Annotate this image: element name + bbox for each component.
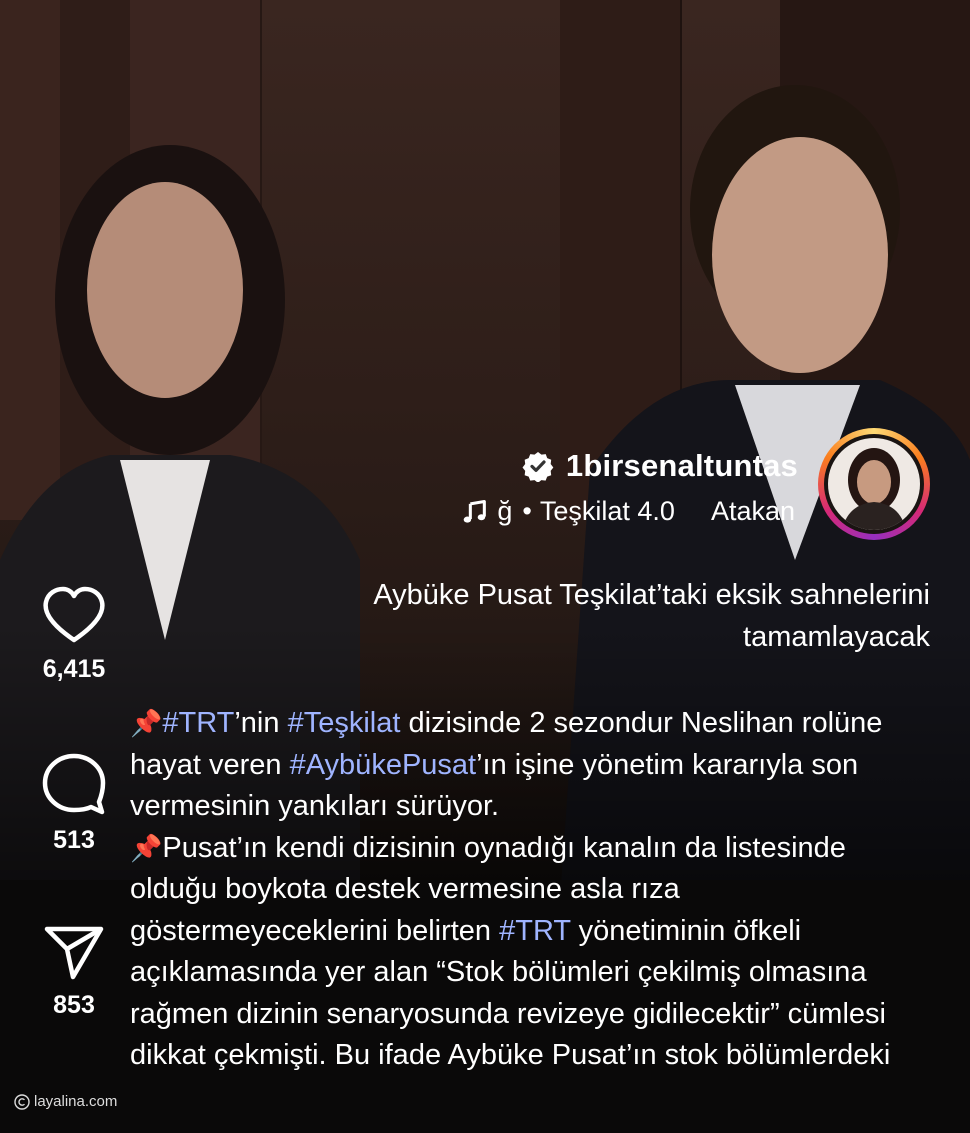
like-count: 6,415	[42, 655, 106, 683]
music-track: Teşkilat 4.0	[539, 496, 675, 526]
comment-action[interactable]: 513	[28, 752, 120, 855]
hashtag-link[interactable]: #TRT	[162, 707, 234, 739]
share-count: 853	[53, 991, 95, 1019]
comment-count: 513	[53, 826, 95, 854]
post-caption[interactable]: 📌#TRT’nin #Teşkilat dizisinde 2 sezondur…	[130, 703, 940, 1077]
verified-badge-icon	[522, 452, 554, 482]
avatar-story-ring[interactable]	[818, 428, 930, 540]
post-headline: Aybüke Pusat Teşkilat’taki eksik sahnele…	[373, 579, 930, 653]
share-action[interactable]: 853	[28, 923, 120, 1020]
share-icon[interactable]	[43, 923, 105, 981]
heart-icon[interactable]	[41, 585, 107, 645]
music-separator: •	[522, 496, 532, 526]
pin-emoji: 📌	[130, 708, 163, 738]
hashtag-link[interactable]: #Teşkilat	[288, 707, 401, 739]
music-note-icon	[464, 499, 487, 523]
pin-emoji: 📌	[130, 832, 163, 863]
music-title: ğ	[497, 496, 513, 526]
comment-icon[interactable]	[41, 752, 107, 816]
hashtag-link[interactable]: #AybükePusat	[290, 749, 477, 781]
watermark: layalina.com	[14, 1093, 117, 1110]
copyright-icon	[14, 1093, 30, 1110]
caption-text: ’nin	[234, 707, 288, 739]
music-artist: Atakan	[710, 496, 795, 526]
author-row[interactable]: 1birsenaltuntas	[522, 448, 798, 484]
hashtag-link[interactable]: #TRT	[499, 915, 570, 947]
watermark-text: layalina.com	[34, 1093, 118, 1110]
like-action[interactable]: 6,415	[28, 585, 120, 684]
username[interactable]: 1birsenaltuntas	[566, 448, 798, 484]
avatar[interactable]	[828, 438, 920, 530]
music-row[interactable]: ğ • Teşkilat 4.0 Atakan	[461, 496, 795, 527]
